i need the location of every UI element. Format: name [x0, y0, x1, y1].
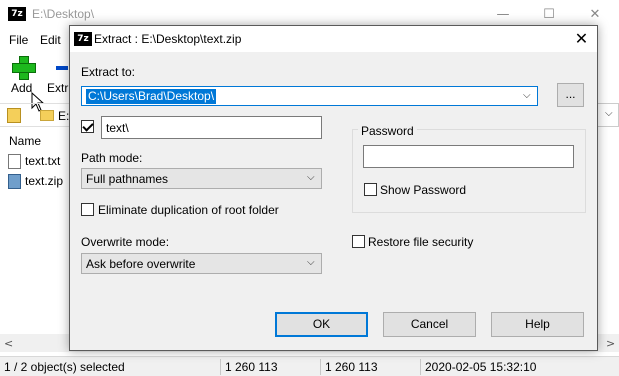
dialog-titlebar[interactable]: 7z Extract : E:\Desktop\text.zip ✕	[70, 26, 597, 52]
extract-to-label: Extract to:	[81, 65, 136, 79]
file-name: text.txt	[25, 154, 61, 168]
zip-archive-icon	[8, 174, 21, 189]
chevron-down-icon[interactable]: ⌵	[523, 90, 531, 101]
show-password-label[interactable]: Show Password	[380, 183, 466, 197]
text-file-icon	[8, 154, 21, 169]
password-field[interactable]	[363, 145, 574, 168]
browse-button[interactable]: ...	[557, 83, 584, 107]
address-bar: E:	[0, 103, 70, 127]
column-header-name[interactable]: Name	[9, 134, 41, 148]
password-groupbox	[352, 129, 586, 213]
status-packed-size: 1 260 113	[325, 360, 378, 374]
status-selection: 1 / 2 object(s) selected	[4, 360, 125, 374]
scroll-left-icon[interactable]: <	[4, 337, 13, 350]
extract-to-combobox[interactable]: C:\Users\Brad\Desktop\ ⌵	[81, 86, 538, 106]
minus-icon	[56, 66, 68, 70]
extract-button-label: Extr	[47, 81, 69, 95]
path-mode-select[interactable]: Full pathnames ⌵	[81, 168, 322, 189]
app-logo: 7z	[8, 7, 26, 21]
status-divider	[320, 359, 321, 375]
subfolder-input[interactable]	[102, 117, 321, 138]
status-size: 1 260 113	[225, 360, 278, 374]
extract-dialog: 7z Extract : E:\Desktop\text.zip ✕ Extra…	[69, 25, 598, 351]
overwrite-mode-value: Ask before overwrite	[86, 257, 196, 271]
close-icon[interactable]: ✕	[566, 26, 597, 52]
add-button[interactable]: Add	[0, 52, 44, 96]
eliminate-duplication-checkbox[interactable]	[81, 203, 94, 216]
extract-button[interactable]: Extr	[44, 52, 70, 96]
extract-to-value: C:\Users\Brad\Desktop\	[86, 89, 217, 104]
menu-edit[interactable]: Edit	[40, 33, 61, 47]
address-path[interactable]: E:	[58, 109, 69, 123]
password-input[interactable]	[364, 146, 573, 167]
eliminate-duplication-label[interactable]: Eliminate duplication of root folder	[98, 203, 279, 217]
password-group-title: Password	[358, 124, 417, 138]
show-password-checkbox[interactable]	[364, 183, 377, 196]
app-logo: 7z	[74, 32, 92, 46]
add-button-label: Add	[11, 81, 33, 95]
overwrite-mode-label: Overwrite mode:	[81, 235, 170, 249]
app-title: E:\Desktop\	[32, 7, 95, 21]
status-divider	[220, 359, 221, 375]
path-mode-label: Path mode:	[81, 151, 143, 165]
overwrite-mode-select[interactable]: Ask before overwrite ⌵	[81, 253, 322, 274]
path-mode-value: Full pathnames	[86, 172, 169, 186]
toolbar: Add Extr	[0, 52, 70, 96]
subfolder-checkbox[interactable]	[81, 120, 94, 133]
status-divider	[420, 359, 421, 375]
chevron-down-icon: ⌵	[307, 257, 315, 268]
menu-file[interactable]: File	[9, 33, 28, 47]
restore-security-label[interactable]: Restore file security	[368, 235, 473, 249]
dialog-title: Extract : E:\Desktop\text.zip	[94, 32, 242, 46]
scroll-right-icon[interactable]: >	[606, 337, 615, 350]
folder-icon	[40, 110, 54, 121]
plus-icon	[12, 56, 36, 80]
restore-security-checkbox[interactable]	[352, 235, 365, 248]
help-button[interactable]: Help	[491, 312, 584, 337]
file-name: text.zip	[25, 174, 64, 188]
chevron-down-icon: ⌵	[605, 108, 613, 119]
status-modified: 2020-02-05 15:32:10	[425, 360, 537, 374]
folder-up-icon[interactable]	[7, 108, 21, 123]
chevron-down-icon: ⌵	[307, 172, 315, 183]
cancel-button[interactable]: Cancel	[383, 312, 476, 337]
statusbar: 1 / 2 object(s) selected 1 260 113 1 260…	[0, 356, 619, 376]
subfolder-field[interactable]	[101, 116, 322, 139]
ok-button[interactable]: OK	[275, 312, 368, 337]
